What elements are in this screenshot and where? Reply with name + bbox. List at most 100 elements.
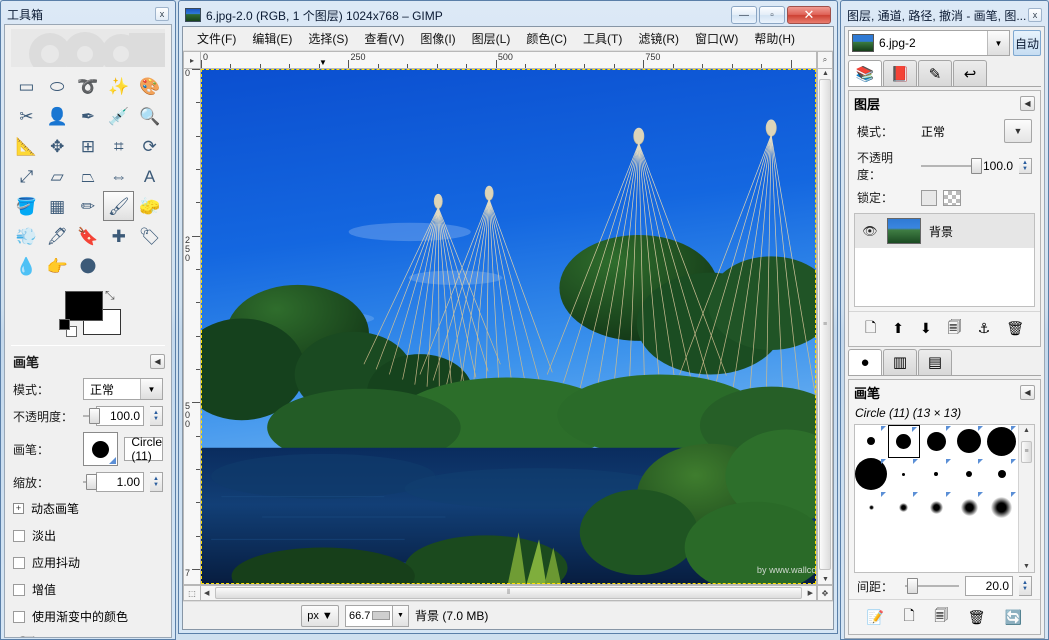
tool-scale-stepper[interactable]: ▲ ▼ — [150, 472, 163, 492]
brush-cell[interactable] — [953, 458, 986, 491]
chevron-down-icon[interactable]: ▼ — [987, 31, 1009, 55]
brush-cell[interactable] — [920, 491, 953, 524]
brush-cell[interactable] — [953, 491, 986, 524]
brush-cell[interactable] — [855, 425, 888, 458]
tool-foreground-select[interactable]: 👤 — [42, 101, 73, 131]
menu-item[interactable]: 颜色(C) — [518, 27, 575, 50]
tool-perspective-clone[interactable]: 🏷 — [134, 221, 165, 251]
menu-item[interactable]: 文件(F) — [189, 27, 244, 50]
layers-collapse-icon[interactable]: ◀ — [1020, 96, 1035, 111]
tool-blend-gradient[interactable]: ▦ — [42, 191, 73, 221]
brush-cell[interactable] — [888, 491, 921, 524]
checkbox-icon[interactable] — [13, 610, 25, 623]
list-item[interactable]: 👁 背景 — [855, 214, 1034, 248]
tool-dodge-burn[interactable]: 🌑 — [73, 251, 104, 281]
brush-cell[interactable] — [855, 491, 888, 524]
vertical-scroll-thumb[interactable]: ≡ — [819, 79, 831, 570]
tool-pencil[interactable]: ✏ — [73, 191, 104, 221]
brush-cell[interactable] — [920, 425, 953, 458]
zoom-dropdown-icon[interactable]: ▼ — [393, 604, 409, 627]
layer-opacity-stepper[interactable]: ▲ ▼ — [1019, 158, 1032, 174]
default-colors-fg-icon[interactable] — [59, 319, 70, 330]
option-checkbox[interactable]: 使用渐变中的颜色 — [5, 603, 171, 630]
tool-mode-select[interactable]: 正常 ▼ — [83, 378, 163, 400]
tool-align[interactable]: ⊞ — [73, 131, 104, 161]
brush-spacing-value[interactable]: 20.0 — [965, 576, 1013, 596]
minimize-button[interactable]: — — [731, 6, 757, 24]
scroll-down-icon[interactable]: ▼ — [822, 576, 829, 583]
auto-follow-button[interactable]: 自动 — [1013, 30, 1041, 56]
zoom-input[interactable]: 66.7 — [345, 604, 393, 627]
lock-pixels-checkbox[interactable] — [921, 189, 937, 206]
tool-eraser[interactable]: 🧽 — [134, 191, 165, 221]
tool-text[interactable]: A — [134, 161, 165, 191]
tab-gradients[interactable]: ▤ — [918, 348, 952, 375]
brush-cell[interactable] — [887, 424, 921, 458]
brushes-collapse-icon[interactable]: ◀ — [1020, 384, 1035, 400]
delete-brush-icon[interactable]: 🗑 — [968, 609, 986, 626]
option-expander[interactable]: + 动态画笔 — [5, 495, 171, 522]
tab-channels[interactable]: 📕 — [883, 60, 917, 86]
menu-item[interactable]: 选择(S) — [300, 27, 356, 50]
tool-perspective[interactable]: ⏢ — [73, 161, 104, 191]
scroll-down-icon[interactable]: ▼ — [1019, 563, 1034, 570]
duplicate-brush-icon[interactable]: 🗐 — [934, 605, 948, 629]
tool-rotate[interactable]: ⟳ — [134, 131, 165, 161]
brush-spacing-slider[interactable] — [905, 577, 959, 595]
new-brush-icon[interactable]: 🗋 — [904, 605, 915, 629]
tab-patterns[interactable]: ▥ — [883, 348, 917, 375]
expand-icon[interactable]: + — [13, 503, 24, 514]
brush-scroll-thumb[interactable]: ≡ — [1021, 440, 1032, 463]
tool-blur-sharpen[interactable]: 💧 — [11, 251, 42, 281]
tool-brush-value[interactable]: Circle (11) — [124, 435, 163, 463]
brush-grid[interactable] — [855, 424, 1018, 573]
tab-brushes[interactable]: ● — [848, 348, 882, 375]
tool-scale-slider[interactable] — [83, 473, 97, 491]
layer-list[interactable]: 👁 背景 — [854, 213, 1035, 307]
vertical-ruler[interactable]: 0 250 500 7 — [183, 69, 201, 585]
horizontal-scroll-thumb[interactable]: ⦀ — [215, 587, 802, 599]
duplicate-layer-icon[interactable]: 🗐 — [948, 317, 962, 341]
option-checkbox[interactable]: 应用抖动 — [5, 549, 171, 576]
refresh-brushes-icon[interactable]: 🔄 — [1005, 609, 1022, 626]
brush-cell[interactable] — [855, 458, 888, 491]
tool-airbrush[interactable]: 💨 — [11, 221, 42, 251]
tool-scale-value[interactable]: 1.00 — [96, 472, 144, 492]
menu-item[interactable]: 图像(I) — [412, 27, 463, 50]
tool-opacity-slider[interactable] — [83, 407, 101, 425]
tool-clone[interactable]: 🔖 — [73, 221, 104, 251]
lock-alpha-icon[interactable] — [943, 189, 961, 206]
tool-bucket-fill[interactable]: 🪣 — [11, 191, 42, 221]
scroll-up-icon[interactable]: ▲ — [822, 70, 829, 77]
brush-cell[interactable] — [985, 458, 1018, 491]
menu-item[interactable]: 滤镜(R) — [630, 27, 687, 50]
tool-select-by-color[interactable]: 🎨 — [134, 71, 165, 101]
checkbox-icon[interactable] — [13, 529, 25, 542]
tool-flip[interactable]: ⇔ — [103, 161, 134, 191]
raise-layer-icon[interactable]: ⬆ — [892, 320, 904, 337]
tool-shear[interactable]: ▱ — [42, 161, 73, 191]
foreground-color-swatch[interactable] — [65, 291, 103, 321]
tool-zoom[interactable]: 🔍 — [134, 101, 165, 131]
chevron-down-icon[interactable]: ▼ — [140, 379, 162, 399]
tool-ellipse-select[interactable]: ⬭ — [42, 71, 73, 101]
tool-scissors-select[interactable]: ✂ — [11, 101, 42, 131]
scroll-right-icon[interactable]: ▶ — [808, 589, 813, 597]
tab-undo[interactable]: ↩ — [953, 60, 987, 86]
scroll-up-icon[interactable]: ▲ — [1019, 427, 1034, 434]
horizontal-ruler[interactable]: 0 250 500 750 ▼ — [201, 51, 817, 69]
menu-shortcut-button[interactable]: ▸ — [183, 51, 201, 69]
menu-item[interactable]: 工具(T) — [575, 27, 630, 50]
anchor-layer-icon[interactable]: ⚓ — [978, 320, 991, 337]
delete-layer-icon[interactable]: 🗑 — [1006, 320, 1024, 337]
tool-options-collapse-icon[interactable]: ◀ — [150, 354, 165, 369]
tool-paths[interactable]: ✒ — [73, 101, 104, 131]
tool-move[interactable]: ✥ — [42, 131, 73, 161]
lower-layer-icon[interactable]: ⬇ — [920, 320, 932, 337]
menu-item[interactable]: 帮助(H) — [746, 27, 803, 50]
menu-item[interactable]: 编辑(E) — [244, 27, 300, 50]
unit-selector[interactable]: px ▼ — [301, 604, 339, 627]
menu-item[interactable]: 图层(L) — [464, 27, 519, 50]
tool-crop[interactable]: ⌗ — [103, 131, 134, 161]
canvas-horizontal-scrollbar[interactable]: ◀ ⦀ ▶ — [201, 585, 817, 601]
